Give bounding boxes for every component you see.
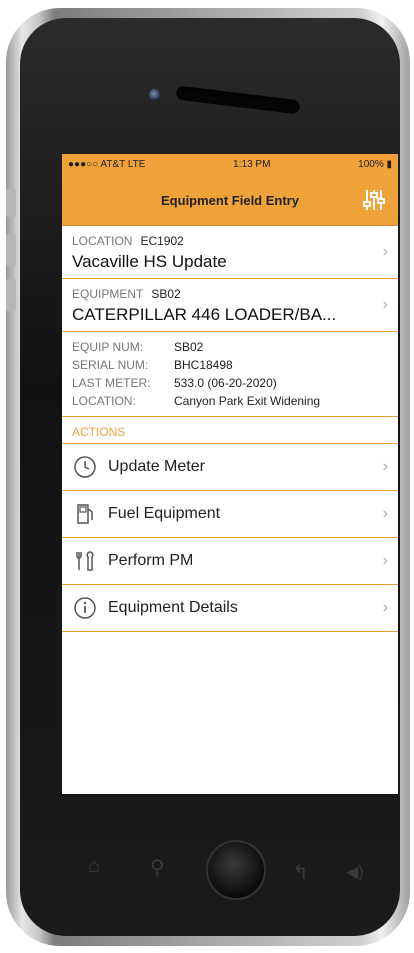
chevron-right-icon: › <box>382 552 388 569</box>
volume-up-button <box>6 233 16 267</box>
chevron-right-icon: › <box>382 458 388 475</box>
location-code: EC1902 <box>140 234 184 248</box>
search-hardware-icon: ⚲ <box>150 857 165 879</box>
fuel-equipment-button[interactable]: Fuel Equipment › <box>62 491 398 538</box>
page-title: Equipment Field Entry <box>161 192 299 208</box>
nav-bar: Equipment Field Entry <box>62 175 398 226</box>
app-screen: ●●●○○ AT&T LTE 1:13 PM 100% ▮ Equipment … <box>62 154 398 794</box>
info-icon <box>72 595 98 621</box>
detail-line: SERIAL NUM: BHC18498 <box>72 358 233 372</box>
perform-pm-button[interactable]: Perform PM › <box>62 538 398 585</box>
battery-label: 100% ▮ <box>358 159 392 170</box>
detail-line: LOCATION: Canyon Park Exit Widening <box>72 394 321 408</box>
mute-switch <box>6 188 16 218</box>
location-label: LOCATION <box>72 234 133 248</box>
equipment-row[interactable]: EQUIPMENT SB02 CATERPILLAR 446 LOADER/BA.… <box>62 279 398 332</box>
detail-line: EQUIP NUM: SB02 <box>72 340 204 354</box>
equipment-detail-list: EQUIP NUM: SB02 SERIAL NUM: BHC18498 LAST … <box>62 332 398 417</box>
status-bar: ●●●○○ AT&T LTE 1:13 PM 100% ▮ <box>62 154 398 175</box>
home-hardware-icon: ⌂ <box>88 855 101 877</box>
actions-header: ACTIONS <box>62 417 398 444</box>
chevron-right-icon: › <box>382 296 388 313</box>
update-meter-button[interactable]: Update Meter › <box>62 444 398 491</box>
location-name: Vacaville HS Update <box>72 252 227 271</box>
clock: 1:13 PM <box>233 159 271 170</box>
sliders-icon[interactable] <box>362 188 386 212</box>
chevron-right-icon: › <box>382 243 388 260</box>
location-row[interactable]: LOCATION EC1902 Vacaville HS Update › <box>62 226 398 279</box>
volume-down-button <box>6 278 16 312</box>
front-camera <box>149 89 161 101</box>
speaker-hardware-icon: ◀) <box>346 864 364 881</box>
equipment-name: CATERPILLAR 446 LOADER/BA... <box>72 305 337 324</box>
equipment-code: SB02 <box>151 287 181 301</box>
detail-line: LAST METER: 533.0 (06-20-2020) <box>72 376 277 390</box>
clock-icon <box>72 454 98 480</box>
home-button[interactable] <box>206 840 266 900</box>
chevron-right-icon: › <box>382 505 388 522</box>
chevron-right-icon: › <box>382 599 388 616</box>
equipment-details-button[interactable]: Equipment Details › <box>62 585 398 632</box>
carrier-label: ●●●○○ AT&T LTE <box>68 159 146 170</box>
wrench-icon <box>72 548 98 574</box>
back-hardware-icon: ↰ <box>292 862 309 884</box>
fuel-pump-icon <box>72 501 98 527</box>
equipment-label: EQUIPMENT <box>72 287 144 301</box>
